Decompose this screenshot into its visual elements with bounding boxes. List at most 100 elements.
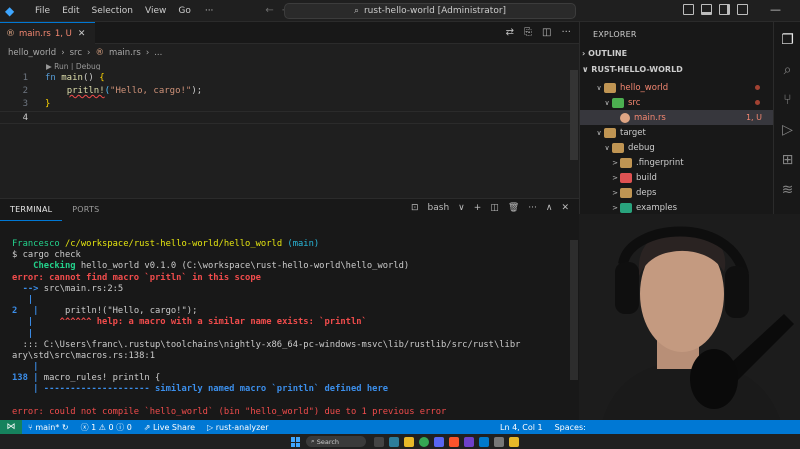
tree-item-debug[interactable]: ∨ debug	[580, 140, 774, 155]
layout-controls	[683, 4, 748, 15]
breadcrumb-separator-icon: ›	[145, 48, 150, 58]
outline-section[interactable]: › OUTLINE	[582, 49, 627, 58]
code-text: ()	[82, 73, 100, 83]
chevron-right-icon: >	[612, 173, 618, 182]
tab-main-rs[interactable]: ® main.rs 1, U ✕	[0, 22, 95, 44]
command-center[interactable]: ⌕ rust-hello-world [Administrator]	[284, 3, 576, 19]
brave-icon[interactable]	[449, 437, 459, 447]
chrome-icon[interactable]	[419, 437, 429, 447]
gutter-pipe: |	[27, 373, 39, 384]
std-source-path: ::: C:\Users\franc\.rustup\toolchains\ni…	[12, 339, 521, 350]
rust-analyzer-status[interactable]: ▷ rust-analyzer	[201, 423, 275, 432]
code-editor[interactable]: 1 fn main() { 2 pritln!("Hello, cargo!")…	[0, 70, 579, 198]
menu-file[interactable]: File	[29, 6, 56, 16]
run-debug-icon[interactable]: ▷	[774, 118, 800, 142]
toggle-primary-sidebar-icon[interactable]	[683, 4, 694, 15]
extensions-icon[interactable]: ⊞	[774, 148, 800, 172]
toggle-secondary-sidebar-icon[interactable]	[719, 4, 730, 15]
open-preview-icon[interactable]: ⎘	[524, 27, 532, 38]
toggle-panel-icon[interactable]	[701, 4, 712, 15]
breadcrumb-separator-icon: ›	[87, 48, 91, 58]
breadcrumb-more[interactable]: ...	[154, 48, 162, 58]
vscode-taskbar-icon[interactable]	[479, 437, 489, 447]
breadcrumb-src[interactable]: src	[70, 48, 82, 58]
explorer-icon[interactable]: ❐	[774, 28, 800, 52]
close-icon[interactable]: ✕	[561, 203, 569, 213]
terminal-app-icon[interactable]	[494, 437, 504, 447]
compare-changes-icon[interactable]: ⇄	[506, 27, 514, 38]
more-actions-icon[interactable]: ···	[561, 27, 571, 38]
close-icon[interactable]: ✕	[78, 29, 86, 39]
split-terminal-icon[interactable]: ◫	[490, 203, 499, 213]
minimize-icon[interactable]: —	[770, 3, 781, 16]
search-icon[interactable]: ⌕	[774, 58, 800, 82]
menu-go[interactable]: Go	[172, 6, 196, 16]
error-location: src\main.rs:2:5	[43, 283, 124, 294]
folder-app-icon[interactable]	[509, 437, 519, 447]
breadcrumb-hello-world[interactable]: hello_world	[8, 48, 56, 58]
tree-item-label: src	[628, 97, 641, 108]
tree-item-build[interactable]: > build	[580, 170, 774, 185]
menu-view[interactable]: View	[139, 6, 172, 16]
start-button-icon[interactable]	[291, 437, 301, 447]
code-brace: {	[99, 73, 105, 83]
trash-icon[interactable]: 🗑	[508, 203, 519, 213]
error-source-line: pritln!("Hello, cargo!");	[38, 306, 198, 317]
source-control-icon[interactable]: ⑂	[774, 88, 800, 112]
live-share-button[interactable]: ⇗ Live Share	[138, 423, 201, 432]
tree-item-examples[interactable]: > examples	[580, 200, 774, 215]
docker-icon[interactable]: ≋	[774, 178, 800, 202]
menu-more-button[interactable]: ···	[197, 6, 222, 16]
add-terminal-icon[interactable]: +	[474, 203, 482, 213]
line-number: 2	[22, 86, 28, 96]
customize-layout-icon[interactable]	[737, 4, 748, 15]
folder-icon	[620, 187, 632, 198]
warning-count: 0	[108, 422, 114, 432]
command-center-label: rust-hello-world [Administrator]	[363, 6, 507, 16]
taskbar-search[interactable]: ⌕ Search	[306, 436, 366, 447]
tab-ports[interactable]: PORTS	[62, 199, 109, 221]
split-editor-icon[interactable]: ◫	[542, 27, 551, 38]
cursor-position[interactable]: Ln 4, Col 1	[494, 423, 549, 432]
maximize-panel-icon[interactable]: ∧	[546, 203, 553, 213]
obs-icon[interactable]	[464, 437, 474, 447]
tree-item-main-rs[interactable]: main.rs 1, U	[580, 110, 774, 125]
breadcrumb-main-rs[interactable]: main.rs	[109, 48, 141, 58]
tab-terminal[interactable]: TERMINAL	[0, 199, 63, 221]
indentation[interactable]: Spaces:	[549, 423, 592, 432]
tab-status: 1, U	[54, 28, 72, 39]
project-section[interactable]: ∨ RUST-HELLO-WORLD	[582, 65, 683, 74]
remote-indicator[interactable]: ⋈	[0, 420, 22, 434]
git-branch[interactable]: ⑂ main* ↻	[22, 423, 75, 432]
tree-item-hello-world[interactable]: ∨ hello_world	[580, 80, 774, 95]
help-hint: ^^^^^^ help: a macro with a similar name…	[33, 317, 367, 328]
shell-name[interactable]: bash	[428, 203, 450, 213]
tree-item-src[interactable]: ∨ src	[580, 95, 774, 110]
problems-indicator[interactable]: ⓧ 1 ⚠ 0 ⓘ 0	[75, 422, 138, 433]
menu-selection[interactable]: Selection	[86, 6, 139, 16]
prompt-branch: (main)	[287, 239, 320, 249]
terminal-output[interactable]: Francesco /c/workspace/rust-hello-world/…	[12, 239, 520, 418]
more-actions-icon[interactable]: ···	[528, 203, 537, 213]
tree-item-deps[interactable]: > deps	[580, 185, 774, 200]
teams-icon[interactable]	[389, 437, 399, 447]
chevron-down-icon[interactable]: ∨	[458, 203, 465, 213]
branch-label: main*	[35, 422, 60, 432]
task-view-icon[interactable]	[374, 437, 384, 447]
outline-label: OUTLINE	[588, 49, 628, 58]
terminal-command: $ cargo check	[12, 250, 81, 261]
chevron-down-icon: ∨	[604, 98, 610, 107]
editor-scrollbar[interactable]	[570, 70, 578, 160]
info-count: 0	[126, 422, 132, 432]
similar-macro-note: -------------------- similarly named mac…	[38, 384, 389, 395]
file-explorer-icon[interactable]	[404, 437, 414, 447]
menu-edit[interactable]: Edit	[56, 6, 85, 16]
discord-icon[interactable]	[434, 437, 444, 447]
tree-item-fingerprint[interactable]: > .fingerprint	[580, 155, 774, 170]
error-icon: ⓧ	[80, 422, 89, 432]
taskbar-search-label: Search	[316, 437, 340, 446]
chevron-down-icon: ∨	[604, 143, 610, 152]
tree-item-target[interactable]: ∨ target	[580, 125, 774, 140]
terminal-scrollbar[interactable]	[570, 240, 578, 380]
back-arrow-icon[interactable]: ←	[265, 5, 273, 16]
